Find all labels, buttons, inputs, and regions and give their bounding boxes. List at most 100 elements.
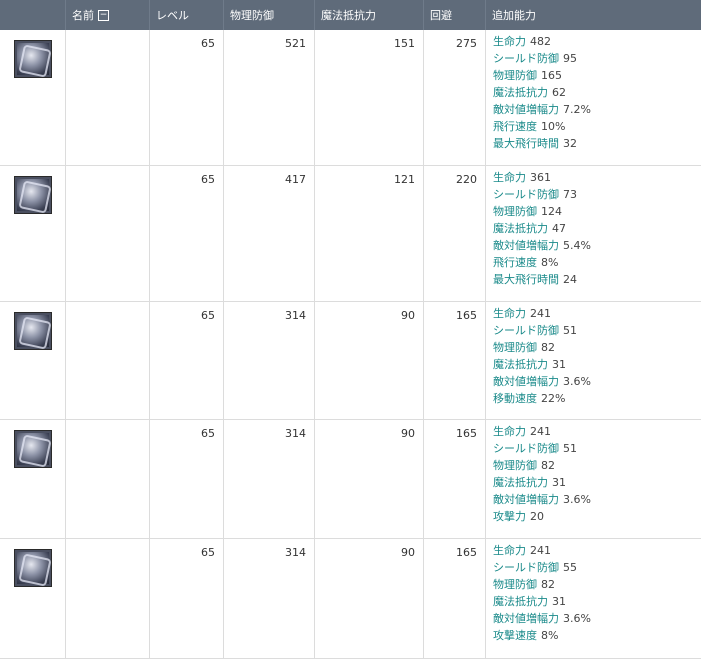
- armor-boots-icon[interactable]: [14, 312, 52, 350]
- header-mag-res[interactable]: 魔法抵抗力: [315, 0, 424, 30]
- bonus-stat-name: 物理防御: [493, 459, 537, 472]
- bonus-stat-name: 生命力: [493, 425, 526, 438]
- header-bonus[interactable]: 追加能力: [486, 0, 701, 30]
- bonus-stat-name: シールド防御: [493, 324, 559, 337]
- bonus-stat-name: 最大飛行時間: [493, 137, 559, 150]
- bonus-stat-value: 20: [530, 510, 544, 523]
- item-name-cell[interactable]: [66, 420, 150, 539]
- bonus-stat: 魔法抵抗力 62: [493, 84, 694, 101]
- bonus-stat: 敵対値増幅力 3.6%: [493, 491, 694, 508]
- bonus-stat-name: 生命力: [493, 171, 526, 184]
- armor-gloves-icon[interactable]: [14, 430, 52, 468]
- item-bonus-list: 生命力 241 シールド防御 51 物理防御 82 魔法抵抗力 31 敵対値増幅力 3.6% 攻撃力…: [486, 420, 701, 539]
- item-mag-res: 121: [315, 166, 424, 302]
- bonus-stat-name: シールド防御: [493, 188, 559, 201]
- item-icon-cell: [0, 302, 66, 420]
- bonus-stat-value: 95: [563, 52, 577, 65]
- bonus-stat-value: 241: [530, 544, 551, 557]
- bonus-stat: 移動速度 22%: [493, 390, 694, 407]
- item-bonus-list: 生命力 241 シールド防御 55 物理防御 82 魔法抵抗力 31 敵対値増幅力 3.6% 攻撃速…: [486, 539, 701, 659]
- bonus-stat: シールド防御 95: [493, 50, 694, 67]
- bonus-stat-value: 3.6%: [563, 493, 591, 506]
- bonus-stat-name: シールド防御: [493, 52, 559, 65]
- bonus-stat: 魔法抵抗力 31: [493, 356, 694, 373]
- header-phys-def[interactable]: 物理防御: [224, 0, 315, 30]
- bonus-stat-name: 攻撃力: [493, 510, 526, 523]
- bonus-stat-name: 飛行速度: [493, 120, 537, 133]
- bonus-stat-name: 魔法抵抗力: [493, 358, 548, 371]
- item-icon-cell: [0, 166, 66, 302]
- bonus-stat-name: 敵対値増幅力: [493, 612, 559, 625]
- item-bonus-list: 生命力 361 シールド防御 73 物理防御 124 魔法抵抗力 47 敵対値増幅力 5.4% 飛行…: [486, 166, 701, 302]
- item-icon-cell: [0, 539, 66, 659]
- bonus-stat-value: 10%: [541, 120, 566, 133]
- bonus-stat-value: 31: [552, 595, 566, 608]
- header-name-label: 名前: [72, 9, 94, 22]
- bonus-stat: 攻撃力 20: [493, 508, 694, 525]
- bonus-stat: 最大飛行時間 32: [493, 135, 694, 152]
- bonus-stat-name: 物理防御: [493, 341, 537, 354]
- item-level: 65: [150, 302, 224, 420]
- item-evasion: 220: [424, 166, 486, 302]
- bonus-stat: 魔法抵抗力 47: [493, 220, 694, 237]
- bonus-stat: 生命力 241: [493, 542, 694, 559]
- item-evasion: 275: [424, 30, 486, 166]
- bonus-stat-value: 3.6%: [563, 375, 591, 388]
- item-icon-cell: [0, 420, 66, 539]
- bonus-stat-name: 魔法抵抗力: [493, 86, 548, 99]
- item-name-cell[interactable]: [66, 166, 150, 302]
- item-phys-def: 314: [224, 302, 315, 420]
- bonus-stat-name: 敵対値増幅力: [493, 239, 559, 252]
- bonus-stat-value: 62: [552, 86, 566, 99]
- armor-chest-icon[interactable]: [14, 40, 52, 78]
- bonus-stat-value: 7.2%: [563, 103, 591, 116]
- item-phys-def: 314: [224, 539, 315, 659]
- item-bonus-list: 生命力 482 シールド防御 95 物理防御 165 魔法抵抗力 62 敵対値増幅力 7.2% 飛行…: [486, 30, 701, 166]
- bonus-stat-value: 482: [530, 35, 551, 48]
- bonus-stat: 魔法抵抗力 31: [493, 474, 694, 491]
- bonus-stat: シールド防御 55: [493, 559, 694, 576]
- header-evasion[interactable]: 回避: [424, 0, 486, 30]
- collapse-toggle-icon[interactable]: −: [98, 9, 109, 21]
- bonus-stat-name: 物理防御: [493, 205, 537, 218]
- item-level: 65: [150, 420, 224, 539]
- bonus-stat-value: 5.4%: [563, 239, 591, 252]
- item-mag-res: 90: [315, 302, 424, 420]
- item-name-cell[interactable]: [66, 539, 150, 659]
- header-name[interactable]: 名前 −: [66, 0, 150, 30]
- armor-legs-icon[interactable]: [14, 176, 52, 214]
- bonus-stat-value: 82: [541, 578, 555, 591]
- item-level: 65: [150, 30, 224, 166]
- bonus-stat: 生命力 361: [493, 169, 694, 186]
- bonus-stat-value: 32: [563, 137, 577, 150]
- bonus-stat-name: 魔法抵抗力: [493, 222, 548, 235]
- bonus-stat: 攻撃速度 8%: [493, 627, 694, 644]
- bonus-stat-value: 3.6%: [563, 612, 591, 625]
- bonus-stat: シールド防御 51: [493, 322, 694, 339]
- item-evasion: 165: [424, 302, 486, 420]
- bonus-stat-name: 敵対値増幅力: [493, 375, 559, 388]
- header-level[interactable]: レベル: [150, 0, 224, 30]
- item-evasion: 165: [424, 420, 486, 539]
- item-name-cell[interactable]: [66, 302, 150, 420]
- item-name-cell[interactable]: [66, 30, 150, 166]
- bonus-stat-value: 361: [530, 171, 551, 184]
- bonus-stat: 飛行速度 10%: [493, 118, 694, 135]
- bonus-stat-value: 82: [541, 459, 555, 472]
- armor-shoulders-icon[interactable]: [14, 549, 52, 587]
- bonus-stat: 物理防御 165: [493, 67, 694, 84]
- bonus-stat-name: 物理防御: [493, 69, 537, 82]
- item-level: 65: [150, 166, 224, 302]
- bonus-stat: 敵対値増幅力 3.6%: [493, 373, 694, 390]
- bonus-stat: 魔法抵抗力 31: [493, 593, 694, 610]
- bonus-stat: 敵対値増幅力 7.2%: [493, 101, 694, 118]
- bonus-stat-value: 55: [563, 561, 577, 574]
- bonus-stat-value: 8%: [541, 629, 559, 642]
- bonus-stat: 物理防御 124: [493, 203, 694, 220]
- bonus-stat: 敵対値増幅力 3.6%: [493, 610, 694, 627]
- bonus-stat: シールド防御 73: [493, 186, 694, 203]
- bonus-stat-name: 敵対値増幅力: [493, 493, 559, 506]
- equipment-table: 名前 − レベル 物理防御 魔法抵抗力 回避 追加能力 65 521 151 275 生…: [0, 0, 701, 659]
- bonus-stat: シールド防御 51: [493, 440, 694, 457]
- item-bonus-list: 生命力 241 シールド防御 51 物理防御 82 魔法抵抗力 31 敵対値増幅力 3.6% 移動速…: [486, 302, 701, 420]
